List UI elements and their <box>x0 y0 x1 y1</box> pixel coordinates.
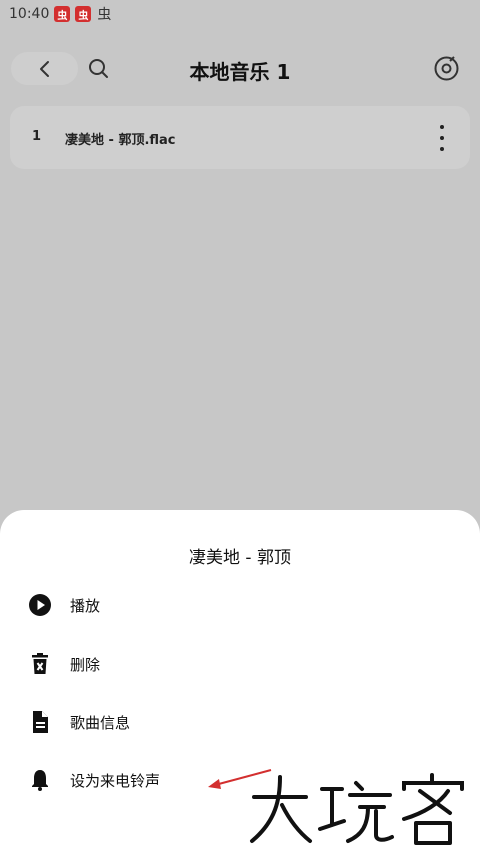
app-badge-icon: 虫 <box>54 6 71 22</box>
menu-label: 删除 <box>70 655 101 674</box>
menu-item-song-info[interactable]: 歌曲信息 <box>28 702 428 742</box>
menu-item-play[interactable]: 播放 <box>28 585 428 625</box>
menu-label: 歌曲信息 <box>70 713 131 732</box>
more-vert-icon <box>440 136 444 140</box>
more-options-button[interactable] <box>432 125 452 151</box>
more-vert-icon <box>440 147 444 151</box>
play-icon <box>28 593 52 617</box>
track-index: 1 <box>32 129 42 144</box>
now-playing-button[interactable] <box>433 55 460 82</box>
track-name: 凄美地 - 郭顶.flac <box>65 133 176 148</box>
page-title: 本地音乐 1 <box>189 60 291 84</box>
document-icon <box>28 710 52 734</box>
menu-item-delete[interactable]: 删除 <box>28 644 428 684</box>
delete-icon <box>28 652 52 676</box>
sheet-title: 凄美地 - 郭顶 <box>189 548 291 568</box>
top-bar: 本地音乐 1 <box>0 44 480 94</box>
menu-label: 播放 <box>70 596 101 615</box>
watermark-logo-icon <box>250 773 464 845</box>
app-badge-icon: 虫 <box>75 6 92 22</box>
status-bar: 10:40 虫 虫 虫 <box>0 0 480 28</box>
bell-icon <box>28 768 52 792</box>
more-vert-icon <box>440 125 444 129</box>
track-row[interactable]: 1 凄美地 - 郭顶.flac <box>10 106 470 169</box>
app-badge-icon: 虫 <box>97 7 112 23</box>
status-time: 10:40 <box>9 6 50 22</box>
disc-icon <box>434 56 459 81</box>
menu-label: 设为来电铃声 <box>70 771 161 790</box>
